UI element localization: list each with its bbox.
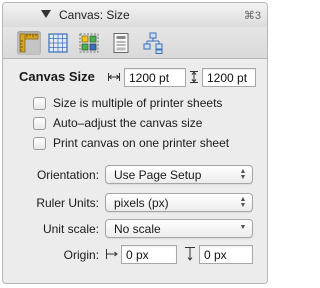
orientation-label: Orientation: xyxy=(36,168,99,182)
orientation-popup[interactable]: Use Page Setup ▲ ▼ xyxy=(105,165,253,184)
canvas-width-field[interactable]: 1200 pt xyxy=(124,68,186,87)
ruler-units-popup[interactable]: pixels (px) ▲ ▼ xyxy=(105,193,253,212)
disclosure-triangle-icon[interactable] xyxy=(41,10,51,18)
chevron-down-icon: ▼ xyxy=(239,224,247,231)
multiple-of-sheets-label: Size is multiple of printer sheets xyxy=(53,96,223,110)
origin-y-field[interactable]: 0 px xyxy=(199,245,253,264)
inspector-title: Canvas: Size xyxy=(59,8,130,22)
height-icon xyxy=(187,70,201,84)
orientation-value: Use Page Setup xyxy=(114,168,202,182)
origin-y-icon xyxy=(183,246,197,262)
tool-canvas-size[interactable] xyxy=(17,31,41,55)
tool-alignment[interactable] xyxy=(77,31,101,55)
origin-x-field[interactable]: 0 px xyxy=(121,245,177,264)
auto-adjust-label: Auto–adjust the canvas size xyxy=(53,116,203,130)
multiple-of-sheets-checkbox[interactable] xyxy=(33,96,46,110)
inspector-titlebar[interactable]: Canvas: Size ⌘3 xyxy=(3,3,267,27)
print-one-sheet-option[interactable]: Print canvas on one printer sheet xyxy=(33,135,229,151)
keyboard-shortcut: ⌘3 xyxy=(243,10,261,22)
origin-label: Origin: xyxy=(63,248,99,262)
print-one-sheet-checkbox[interactable] xyxy=(33,136,46,150)
canvas-size-inspector: Canvas: Size ⌘3 Canvas Size 1200 pt 1200… xyxy=(2,2,268,284)
unit-scale-value: No scale xyxy=(114,222,161,236)
auto-adjust-checkbox[interactable] xyxy=(33,116,46,130)
auto-adjust-option[interactable]: Auto–adjust the canvas size xyxy=(33,115,202,131)
inspector-toolbar xyxy=(3,27,267,59)
ruler-units-value: pixels (px) xyxy=(114,196,169,210)
unit-scale-label: Unit scale: xyxy=(42,222,99,236)
canvas-height-field[interactable]: 1200 pt xyxy=(202,68,256,87)
tool-background[interactable] xyxy=(109,31,133,55)
canvas-size-label: Canvas Size xyxy=(19,69,95,84)
tool-layers[interactable] xyxy=(141,31,165,55)
alignment-icon xyxy=(79,33,99,53)
tool-grid[interactable] xyxy=(46,31,70,55)
chevron-updown-icon: ▲ ▼ xyxy=(239,196,247,209)
width-icon xyxy=(107,70,121,84)
multiple-of-sheets-option[interactable]: Size is multiple of printer sheets xyxy=(33,95,222,111)
chevron-updown-icon: ▲ ▼ xyxy=(239,168,247,181)
layers-icon xyxy=(143,32,163,54)
ruler-square-icon xyxy=(19,33,39,53)
document-icon xyxy=(113,33,129,53)
origin-x-icon xyxy=(105,246,119,262)
unit-scale-popup[interactable]: No scale ▼ xyxy=(105,219,253,238)
print-one-sheet-label: Print canvas on one printer sheet xyxy=(53,136,230,150)
ruler-units-label: Ruler Units: xyxy=(36,196,99,210)
grid-icon xyxy=(48,33,68,53)
